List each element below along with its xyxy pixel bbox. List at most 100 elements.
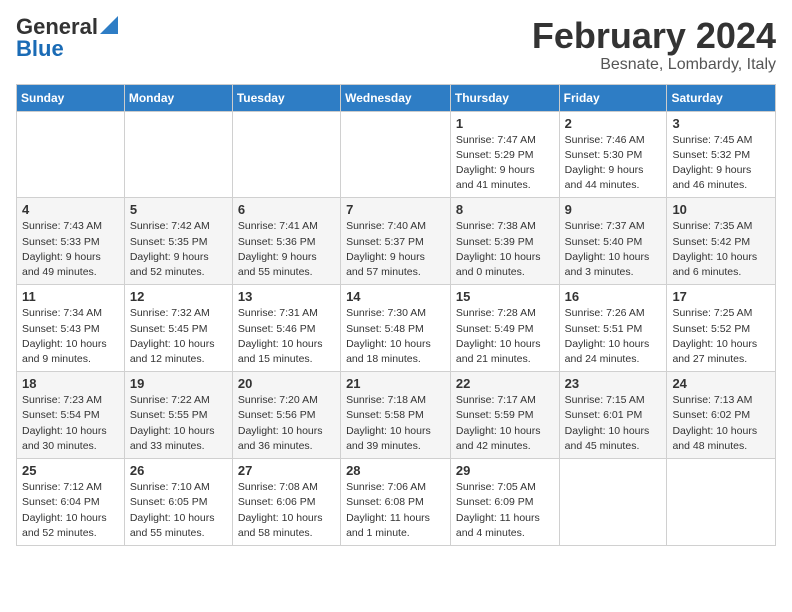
day-number: 13 bbox=[238, 289, 335, 304]
day-info: Sunrise: 7:35 AM Sunset: 5:42 PM Dayligh… bbox=[672, 219, 770, 280]
calendar-week-row: 4Sunrise: 7:43 AM Sunset: 5:33 PM Daylig… bbox=[17, 198, 776, 285]
day-number: 14 bbox=[346, 289, 445, 304]
day-number: 16 bbox=[565, 289, 662, 304]
calendar-cell: 13Sunrise: 7:31 AM Sunset: 5:46 PM Dayli… bbox=[232, 285, 340, 372]
logo-triangle-icon bbox=[100, 16, 118, 34]
day-info: Sunrise: 7:10 AM Sunset: 6:05 PM Dayligh… bbox=[130, 480, 227, 541]
calendar-cell: 1 Sunrise: 7:47 AM Sunset: 5:29 PM Daylig… bbox=[450, 111, 559, 198]
day-number: 21 bbox=[346, 376, 445, 391]
calendar-cell: 9Sunrise: 7:37 AM Sunset: 5:40 PM Daylig… bbox=[559, 198, 667, 285]
calendar-cell: 28 Sunrise: 7:06 AM Sunset: 6:08 PM Dayli… bbox=[341, 459, 451, 546]
day-header-monday: Monday bbox=[124, 84, 232, 111]
day-info: Sunrise: 7:23 AM Sunset: 5:54 PM Dayligh… bbox=[22, 393, 119, 454]
day-info: Sunrise: 7:20 AM Sunset: 5:56 PM Dayligh… bbox=[238, 393, 335, 454]
day-header-thursday: Thursday bbox=[450, 84, 559, 111]
calendar-cell: 23 Sunrise: 7:15 AM Sunset: 6:01 PM Dayli… bbox=[559, 372, 667, 459]
day-header-wednesday: Wednesday bbox=[341, 84, 451, 111]
calendar-cell: 29 Sunrise: 7:05 AM Sunset: 6:09 PM Dayli… bbox=[450, 459, 559, 546]
calendar-cell: 14 Sunrise: 7:30 AM Sunset: 5:48 PM Dayli… bbox=[341, 285, 451, 372]
day-info: Sunrise: 7:22 AM Sunset: 5:55 PM Dayligh… bbox=[130, 393, 227, 454]
calendar-cell: 21 Sunrise: 7:18 AM Sunset: 5:58 PM Dayli… bbox=[341, 372, 451, 459]
day-number: 18 bbox=[22, 376, 119, 391]
day-number: 15 bbox=[456, 289, 554, 304]
calendar-cell: 25 Sunrise: 7:12 AM Sunset: 6:04 PM Dayli… bbox=[17, 459, 125, 546]
day-info: Sunrise: 7:47 AM Sunset: 5:29 PM Dayligh… bbox=[456, 133, 554, 194]
calendar-cell bbox=[124, 111, 232, 198]
calendar-cell: 24 Sunrise: 7:13 AM Sunset: 6:02 PM Dayli… bbox=[667, 372, 776, 459]
calendar-week-row: 18 Sunrise: 7:23 AM Sunset: 5:54 PM Dayli… bbox=[17, 372, 776, 459]
subtitle: Besnate, Lombardy, Italy bbox=[532, 56, 776, 74]
logo-blue: Blue bbox=[16, 38, 64, 60]
day-info: Sunrise: 7:32 AM Sunset: 5:45 PM Dayligh… bbox=[130, 306, 227, 367]
day-number: 12 bbox=[130, 289, 227, 304]
calendar-cell: 22Sunrise: 7:17 AM Sunset: 5:59 PM Dayli… bbox=[450, 372, 559, 459]
day-number: 11 bbox=[22, 289, 119, 304]
day-info: Sunrise: 7:40 AM Sunset: 5:37 PM Dayligh… bbox=[346, 219, 445, 280]
day-header-friday: Friday bbox=[559, 84, 667, 111]
day-info: Sunrise: 7:45 AM Sunset: 5:32 PM Dayligh… bbox=[672, 133, 770, 194]
calendar-cell: 3 Sunrise: 7:45 AM Sunset: 5:32 PM Daylig… bbox=[667, 111, 776, 198]
calendar-cell: 16 Sunrise: 7:26 AM Sunset: 5:51 PM Dayli… bbox=[559, 285, 667, 372]
calendar-week-row: 11 Sunrise: 7:34 AM Sunset: 5:43 PM Dayli… bbox=[17, 285, 776, 372]
title-section: February 2024 Besnate, Lombardy, Italy bbox=[532, 16, 776, 74]
day-info: Sunrise: 7:37 AM Sunset: 5:40 PM Dayligh… bbox=[565, 219, 662, 280]
day-info: Sunrise: 7:15 AM Sunset: 6:01 PM Dayligh… bbox=[565, 393, 662, 454]
day-info: Sunrise: 7:43 AM Sunset: 5:33 PM Dayligh… bbox=[22, 219, 119, 280]
calendar-week-row: 1 Sunrise: 7:47 AM Sunset: 5:29 PM Daylig… bbox=[17, 111, 776, 198]
day-info: Sunrise: 7:18 AM Sunset: 5:58 PM Dayligh… bbox=[346, 393, 445, 454]
calendar-cell: 8 Sunrise: 7:38 AM Sunset: 5:39 PM Daylig… bbox=[450, 198, 559, 285]
calendar-cell bbox=[341, 111, 451, 198]
day-number: 25 bbox=[22, 463, 119, 478]
calendar-cell: 19 Sunrise: 7:22 AM Sunset: 5:55 PM Dayli… bbox=[124, 372, 232, 459]
calendar-cell: 10 Sunrise: 7:35 AM Sunset: 5:42 PM Dayli… bbox=[667, 198, 776, 285]
calendar-week-row: 25 Sunrise: 7:12 AM Sunset: 6:04 PM Dayli… bbox=[17, 459, 776, 546]
day-number: 20 bbox=[238, 376, 335, 391]
day-info: Sunrise: 7:06 AM Sunset: 6:08 PM Dayligh… bbox=[346, 480, 445, 541]
day-number: 10 bbox=[672, 202, 770, 217]
calendar-body: 1 Sunrise: 7:47 AM Sunset: 5:29 PM Daylig… bbox=[17, 111, 776, 545]
day-info: Sunrise: 7:28 AM Sunset: 5:49 PM Dayligh… bbox=[456, 306, 554, 367]
day-info: Sunrise: 7:30 AM Sunset: 5:48 PM Dayligh… bbox=[346, 306, 445, 367]
main-title: February 2024 bbox=[532, 16, 776, 56]
calendar-cell: 15 Sunrise: 7:28 AM Sunset: 5:49 PM Dayli… bbox=[450, 285, 559, 372]
calendar-cell: 4Sunrise: 7:43 AM Sunset: 5:33 PM Daylig… bbox=[17, 198, 125, 285]
calendar-cell: 5 Sunrise: 7:42 AM Sunset: 5:35 PM Daylig… bbox=[124, 198, 232, 285]
calendar-cell: 2 Sunrise: 7:46 AM Sunset: 5:30 PM Daylig… bbox=[559, 111, 667, 198]
day-number: 28 bbox=[346, 463, 445, 478]
day-info: Sunrise: 7:08 AM Sunset: 6:06 PM Dayligh… bbox=[238, 480, 335, 541]
calendar-header-row: SundayMondayTuesdayWednesdayThursdayFrid… bbox=[17, 84, 776, 111]
day-info: Sunrise: 7:34 AM Sunset: 5:43 PM Dayligh… bbox=[22, 306, 119, 367]
day-number: 8 bbox=[456, 202, 554, 217]
day-number: 1 bbox=[456, 116, 554, 131]
day-info: Sunrise: 7:38 AM Sunset: 5:39 PM Dayligh… bbox=[456, 219, 554, 280]
calendar-cell: 6Sunrise: 7:41 AM Sunset: 5:36 PM Daylig… bbox=[232, 198, 340, 285]
calendar-cell bbox=[17, 111, 125, 198]
day-number: 3 bbox=[672, 116, 770, 131]
day-info: Sunrise: 7:42 AM Sunset: 5:35 PM Dayligh… bbox=[130, 219, 227, 280]
day-number: 24 bbox=[672, 376, 770, 391]
calendar-cell: 20 Sunrise: 7:20 AM Sunset: 5:56 PM Dayli… bbox=[232, 372, 340, 459]
day-number: 19 bbox=[130, 376, 227, 391]
calendar-cell: 11 Sunrise: 7:34 AM Sunset: 5:43 PM Dayli… bbox=[17, 285, 125, 372]
calendar-cell: 12 Sunrise: 7:32 AM Sunset: 5:45 PM Dayli… bbox=[124, 285, 232, 372]
day-number: 17 bbox=[672, 289, 770, 304]
day-number: 22 bbox=[456, 376, 554, 391]
logo: General Blue bbox=[16, 16, 118, 60]
day-info: Sunrise: 7:26 AM Sunset: 5:51 PM Dayligh… bbox=[565, 306, 662, 367]
day-number: 7 bbox=[346, 202, 445, 217]
day-header-saturday: Saturday bbox=[667, 84, 776, 111]
calendar-cell bbox=[667, 459, 776, 546]
day-number: 5 bbox=[130, 202, 227, 217]
day-number: 29 bbox=[456, 463, 554, 478]
calendar-cell bbox=[559, 459, 667, 546]
day-number: 2 bbox=[565, 116, 662, 131]
day-info: Sunrise: 7:05 AM Sunset: 6:09 PM Dayligh… bbox=[456, 480, 554, 541]
day-info: Sunrise: 7:13 AM Sunset: 6:02 PM Dayligh… bbox=[672, 393, 770, 454]
day-header-sunday: Sunday bbox=[17, 84, 125, 111]
day-info: Sunrise: 7:41 AM Sunset: 5:36 PM Dayligh… bbox=[238, 219, 335, 280]
day-header-tuesday: Tuesday bbox=[232, 84, 340, 111]
day-info: Sunrise: 7:46 AM Sunset: 5:30 PM Dayligh… bbox=[565, 133, 662, 194]
day-number: 23 bbox=[565, 376, 662, 391]
day-info: Sunrise: 7:12 AM Sunset: 6:04 PM Dayligh… bbox=[22, 480, 119, 541]
calendar-cell: 18 Sunrise: 7:23 AM Sunset: 5:54 PM Dayli… bbox=[17, 372, 125, 459]
